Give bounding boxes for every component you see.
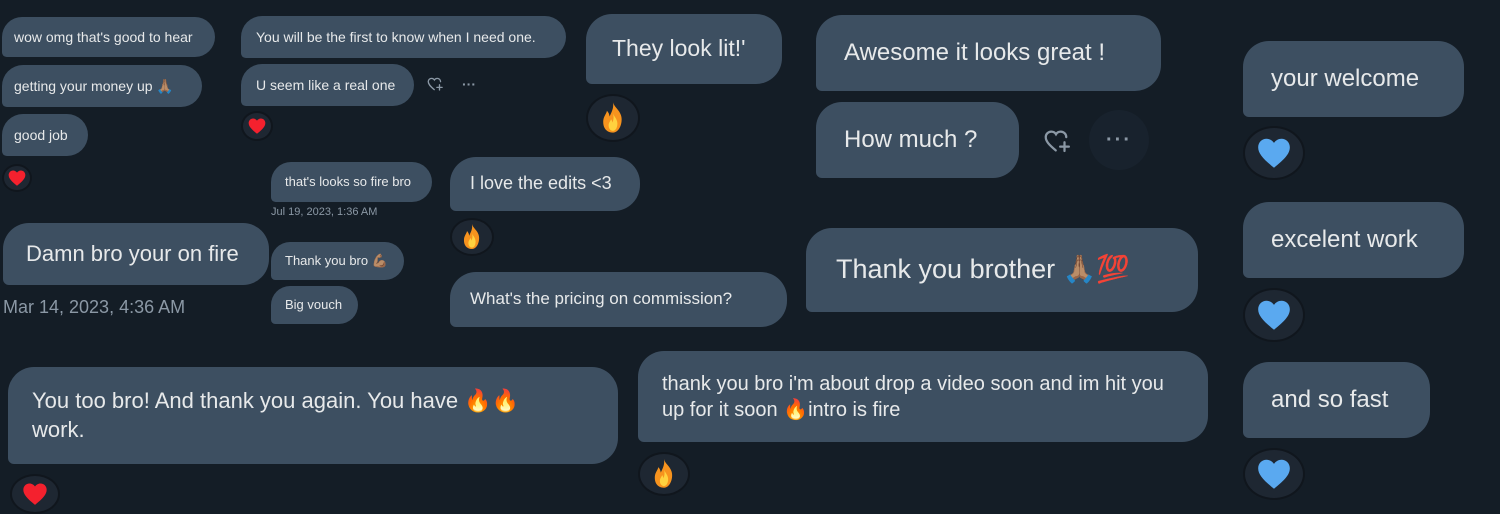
message-text: I love the edits <3 [470, 173, 612, 194]
message-bubble: your welcome [1243, 41, 1464, 117]
reaction-heart[interactable] [1243, 448, 1305, 500]
reaction-heart[interactable] [241, 111, 273, 141]
fire-icon [650, 458, 678, 490]
message-text: good job [14, 126, 68, 143]
message-text: thank you bro i'm about drop a video soo… [662, 372, 1164, 421]
reaction-heart[interactable] [1243, 288, 1305, 342]
more-icon: ··· [1106, 128, 1132, 151]
message-text: and so fast [1271, 386, 1389, 414]
red-heart-icon [246, 116, 268, 136]
more-options-button[interactable]: ··· [1089, 110, 1149, 170]
message-bubble: What's the pricing on commission? [450, 272, 787, 327]
message-text: that's looks so fire bro [285, 173, 412, 189]
more-icon: ··· [462, 76, 476, 92]
message-bubble: Damn bro your on fire [3, 223, 269, 285]
reaction-fire[interactable] [638, 452, 690, 496]
message-text: They look lit!' [612, 35, 746, 62]
add-reaction-button[interactable] [1038, 124, 1076, 158]
add-reaction-button[interactable] [423, 72, 447, 96]
message-text: U seem like a real one [256, 76, 396, 93]
message-text: Thank you bro 💪🏽 [285, 252, 388, 268]
message-text: Big vouch [285, 296, 343, 312]
message-text: wow omg that's good to hear [14, 28, 193, 45]
heart-plus-icon [1042, 126, 1072, 156]
fire-icon [598, 101, 628, 135]
message-bubble: I love the edits <3 [450, 157, 640, 211]
message-bubble: and so fast [1243, 362, 1430, 438]
message-bubble: How much ? [816, 102, 1019, 178]
blue-heart-icon [1254, 455, 1294, 493]
heart-plus-icon [426, 75, 444, 93]
message-text: your welcome [1271, 65, 1420, 93]
fire-icon [460, 223, 484, 251]
message-bubble: wow omg that's good to hear [2, 17, 215, 57]
blue-heart-icon [1254, 134, 1294, 172]
reaction-heart[interactable] [10, 474, 60, 514]
message-text: You too bro! And thank you again. You ha… [32, 387, 520, 442]
message-bubble: Big vouch [271, 286, 358, 324]
message-bubble: U seem like a real one [241, 64, 414, 106]
red-heart-icon [7, 168, 27, 188]
message-bubble: thank you bro i'm about drop a video soo… [638, 351, 1208, 442]
message-bubble: Thank you brother 🙏🏽💯 [806, 228, 1198, 312]
reaction-heart[interactable] [1243, 126, 1305, 180]
more-options-button[interactable]: ··· [456, 72, 482, 96]
message-bubble: You will be the first to know when I nee… [241, 16, 566, 58]
message-bubble: You too bro! And thank you again. You ha… [8, 367, 618, 464]
message-text: Thank you brother 🙏🏽💯 [836, 254, 1130, 285]
message-text: excelent work [1271, 226, 1418, 254]
message-bubble: good job [2, 114, 88, 156]
message-bubble: excelent work [1243, 202, 1464, 278]
blue-heart-icon [1254, 296, 1294, 334]
message-text: You will be the first to know when I nee… [256, 28, 536, 45]
message-bubble: getting your money up 🙏🏽 [2, 65, 202, 107]
message-text: getting your money up 🙏🏽 [14, 77, 174, 94]
message-text: How much ? [844, 126, 978, 154]
message-text: What's the pricing on commission? [470, 289, 733, 309]
timestamp: Mar 14, 2023, 4:36 AM [3, 297, 186, 317]
message-bubble: Thank you bro 💪🏽 [271, 242, 404, 280]
message-text: Damn bro your on fire [26, 240, 239, 266]
reaction-fire[interactable] [450, 218, 494, 256]
red-heart-icon [20, 480, 50, 508]
reaction-heart[interactable] [2, 164, 32, 192]
message-bubble: that's looks so fire bro [271, 162, 432, 202]
message-text: Awesome it looks great ! [844, 39, 1106, 67]
message-bubble: They look lit!' [586, 14, 782, 84]
reaction-fire[interactable] [586, 94, 640, 142]
timestamp: Jul 19, 2023, 1:36 AM [271, 206, 378, 218]
message-bubble: Awesome it looks great ! [816, 15, 1161, 91]
